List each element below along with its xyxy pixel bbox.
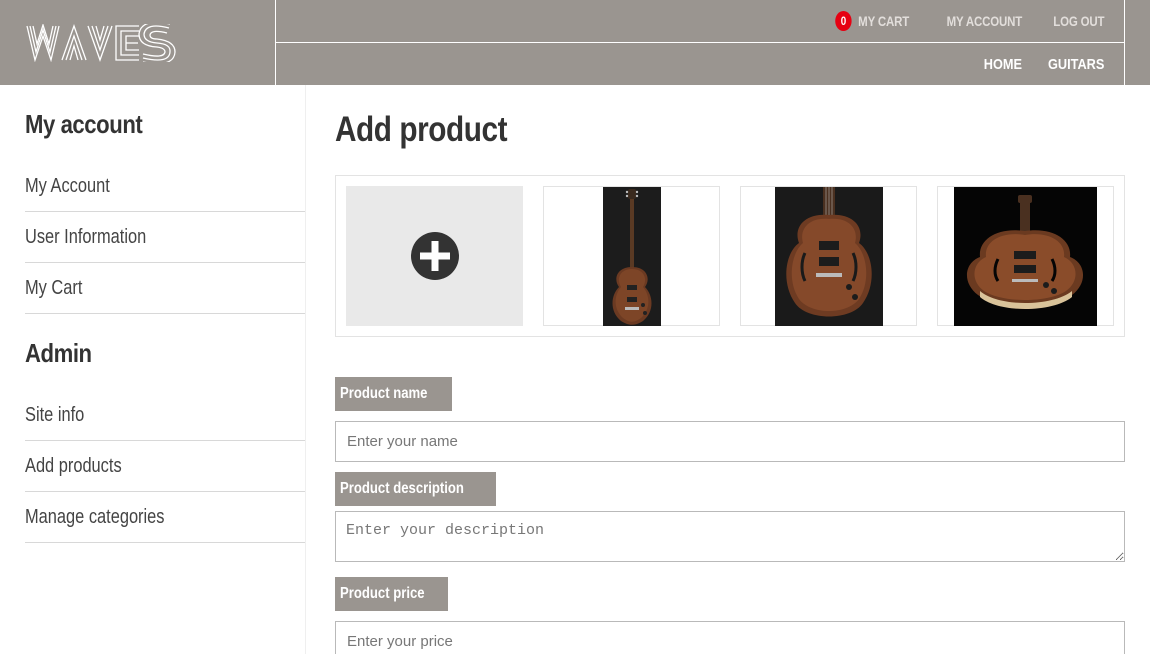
sidebar-item-label: My Account: [25, 174, 110, 197]
cart-count-badge: 0: [835, 11, 852, 31]
guitar-angled-image: [954, 186, 1097, 326]
account-sidebar: My account My Account User Information M…: [0, 85, 306, 654]
product-price-label-text: Product price: [340, 585, 425, 602]
sidebar-item-label: Manage categories: [25, 505, 165, 528]
waves-logo[interactable]: [26, 23, 198, 62]
log-out-link[interactable]: LOG OUT: [1053, 13, 1104, 29]
my-cart-link[interactable]: 0 MY CART: [835, 11, 910, 31]
product-name-input[interactable]: [335, 421, 1125, 462]
nav-home-link[interactable]: HOME: [983, 56, 1021, 73]
user-links-bar: 0 MY CART MY ACCOUNT LOG OUT: [276, 0, 1124, 43]
my-account-heading: My account: [25, 109, 143, 139]
admin-heading: Admin: [25, 338, 92, 368]
product-image-thumb[interactable]: [740, 186, 917, 326]
product-image-thumb[interactable]: [937, 186, 1114, 326]
sidebar-item-my-account[interactable]: My Account: [25, 161, 305, 212]
product-description-label: Product description: [335, 472, 497, 506]
sidebar-item-user-information[interactable]: User Information: [25, 212, 305, 263]
sidebar-item-label: My Cart: [25, 276, 83, 299]
product-name-label-text: Product name: [340, 385, 428, 402]
sidebar-item-label: Add products: [25, 454, 122, 477]
sidebar-item-my-cart[interactable]: My Cart: [25, 263, 305, 314]
product-description-textarea[interactable]: [335, 511, 1125, 562]
product-price-label: Product price: [335, 577, 449, 611]
my-account-link[interactable]: MY ACCOUNT: [946, 13, 1022, 29]
logo-container[interactable]: [0, 0, 276, 85]
guitar-body-image: [774, 186, 883, 326]
plus-circle-icon: [410, 232, 459, 280]
product-images-panel: [335, 175, 1125, 337]
product-name-label: Product name: [335, 377, 452, 411]
product-description-label-text: Product description: [340, 480, 464, 497]
sidebar-item-site-info[interactable]: Site info: [25, 390, 305, 441]
sidebar-item-label: User Information: [25, 225, 147, 248]
guitar-front-image: [602, 186, 661, 326]
sidebar-item-manage-categories[interactable]: Manage categories: [25, 492, 305, 543]
add-image-button[interactable]: [346, 186, 523, 326]
header-nav-area: 0 MY CART MY ACCOUNT LOG OUT HOME GUITAR…: [276, 0, 1125, 85]
main-nav-bar: HOME GUITARS: [276, 43, 1124, 85]
sidebar-item-add-products[interactable]: Add products: [25, 441, 305, 492]
site-header: 0 MY CART MY ACCOUNT LOG OUT HOME GUITAR…: [0, 0, 1150, 85]
my-cart-label: MY CART: [858, 13, 910, 29]
product-image-thumb[interactable]: [543, 186, 720, 326]
nav-guitars-link[interactable]: GUITARS: [1048, 56, 1104, 73]
product-price-input[interactable]: [335, 621, 1125, 654]
page-title: Add product: [335, 110, 508, 149]
sidebar-item-label: Site info: [25, 403, 85, 426]
